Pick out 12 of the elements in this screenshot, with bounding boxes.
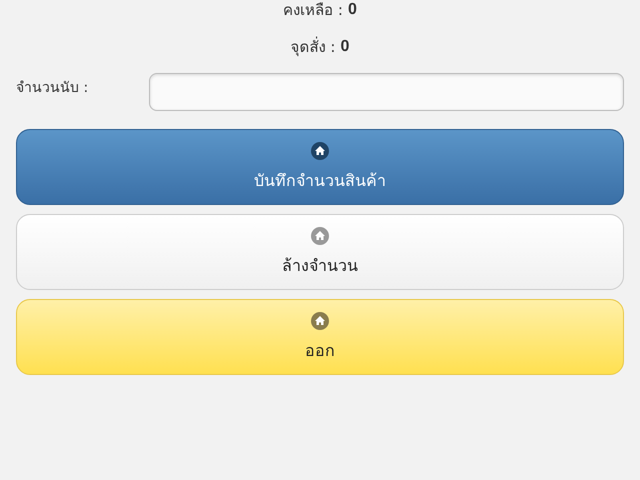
action-button[interactable]: ล้างจำนวน <box>16 214 624 290</box>
home-icon <box>311 226 329 244</box>
home-icon <box>311 142 329 160</box>
stat-value: 0 <box>348 0 357 18</box>
count-input-field[interactable] <box>149 73 624 111</box>
action-button[interactable]: ออก <box>16 299 624 375</box>
stat-label: คงเหลือ : <box>283 0 343 20</box>
home-icon <box>311 312 329 330</box>
stat-value: 0 <box>340 38 350 56</box>
action-button[interactable]: บันทึกจำนวนสินค้า <box>16 129 624 205</box>
stat-label: จุดสั่ง : <box>290 36 336 58</box>
field-label: จำนวนนับ : <box>16 79 90 98</box>
